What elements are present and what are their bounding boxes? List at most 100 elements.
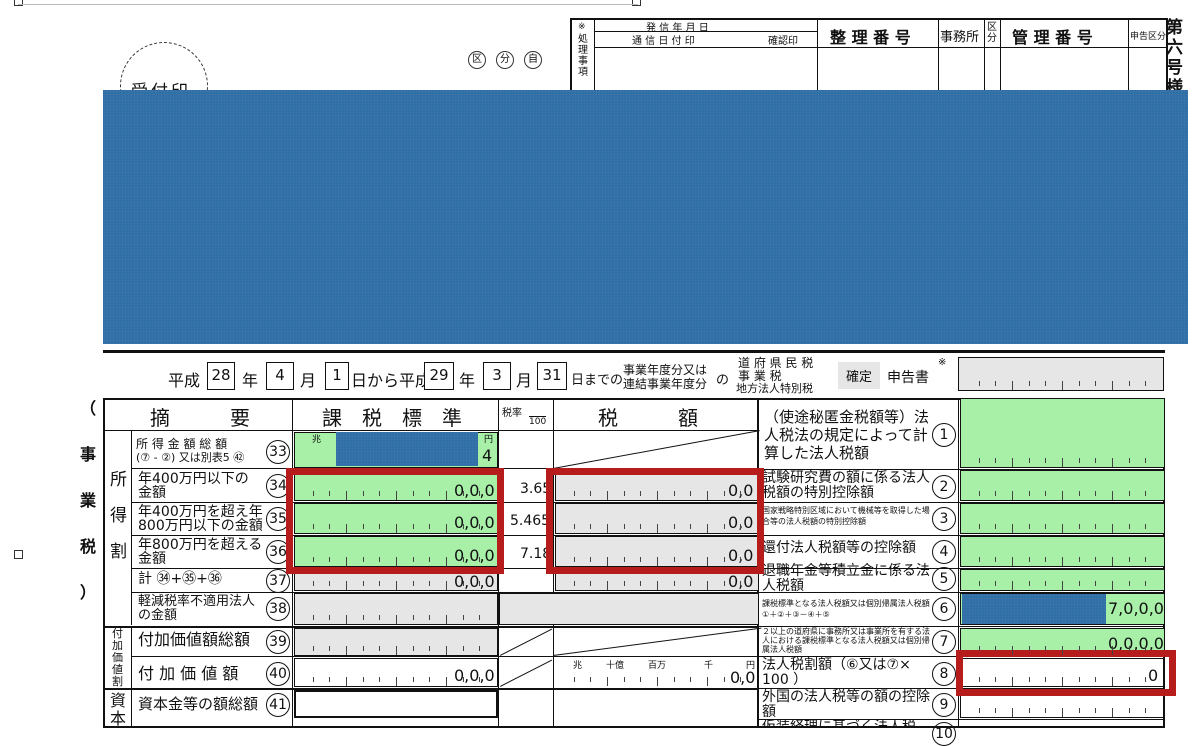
- digit-tick: [673, 557, 675, 562]
- form-char: 六: [1166, 38, 1183, 58]
- digit-tick: [396, 615, 397, 624]
- digit-tick: [1078, 491, 1080, 496]
- digit-tick: [479, 524, 481, 529]
- digit-tick: [1045, 646, 1047, 651]
- digit-tick: [1078, 646, 1080, 651]
- tax-type-3: 地方法人特別税: [736, 382, 813, 395]
- row-label: 国家戦略特別区域において機械等を取得した場合等の法人税額の特別控除額: [762, 506, 930, 526]
- va-side-label: 付加価値割: [112, 627, 123, 688]
- digit-tick: [346, 524, 347, 533]
- base-value: 0,0,0: [454, 666, 495, 685]
- digit-tick: [995, 646, 997, 651]
- digit-tick: [379, 491, 381, 496]
- col-rate-unit: 100: [529, 416, 547, 427]
- digit-tick: [590, 581, 592, 586]
- digit-tick: [978, 491, 980, 496]
- digit-tick: [1112, 524, 1113, 533]
- digit-tick: [1145, 677, 1147, 682]
- row-label: 年800万円を超える: [138, 537, 263, 553]
- digit-tick: [1112, 557, 1113, 566]
- row-label: 法人税割額（⑥又は⑦× 100 ）: [762, 657, 911, 688]
- digit-tick: [623, 581, 625, 586]
- digit-tick: [479, 646, 481, 651]
- va-total-label: 付加価値額総額: [138, 630, 251, 649]
- digit-tick: [312, 677, 314, 682]
- form-char: 号: [1166, 58, 1183, 78]
- digit-tick: [590, 557, 592, 562]
- digit-tick: [1028, 458, 1030, 463]
- income-side-label: 所 得 割: [110, 462, 127, 570]
- digit-tick: [1095, 581, 1097, 586]
- digit-tick: [429, 557, 431, 562]
- digit-tick: [1062, 677, 1063, 686]
- side-char: 業: [80, 491, 97, 510]
- selection-handle[interactable]: [632, 0, 641, 6]
- row-number: 39: [266, 630, 290, 654]
- digit-tick: [740, 524, 742, 529]
- digit-tick: [640, 557, 642, 562]
- selection-handle[interactable]: [14, 0, 23, 6]
- row-label-sub: 金額: [138, 485, 166, 501]
- va-label: 付 加 価 値 額: [138, 664, 239, 683]
- row-label: 年400万円を超え年: [138, 504, 263, 520]
- digit-tick: [312, 615, 314, 620]
- digit-tick: [1028, 677, 1030, 682]
- side-char: （: [80, 399, 97, 418]
- row-number: 1: [932, 423, 956, 447]
- digit-tick: [640, 581, 642, 586]
- digit-tick: [723, 677, 725, 682]
- digit-tick: [1128, 581, 1130, 586]
- digit-tick: [329, 491, 331, 496]
- digit-tick: [1128, 646, 1130, 651]
- digit-tick: [362, 646, 364, 651]
- row-divider: [131, 656, 759, 657]
- digit-tick: [673, 491, 675, 496]
- annotation-box: [546, 468, 764, 574]
- col-base-header: 課 税 標 準: [322, 406, 462, 430]
- digit-tick: [623, 524, 625, 529]
- income-char: 得: [110, 506, 127, 526]
- month-unit: 月: [300, 371, 317, 390]
- digit-tick: [978, 677, 980, 682]
- unit-en: 円: [484, 435, 494, 445]
- digit-tick: [362, 524, 364, 529]
- row-label: 還付法人税額等の控除額: [762, 540, 916, 556]
- month-from: 4: [266, 362, 294, 390]
- row-number: 8: [932, 662, 956, 686]
- row-number: 4: [932, 540, 956, 564]
- digit-tick: [1078, 708, 1080, 713]
- col-summary-header: 摘 要: [150, 406, 250, 430]
- digit-tick: [1112, 458, 1113, 467]
- digit-tick: [1045, 491, 1047, 496]
- digit-tick: [446, 646, 447, 655]
- digit-tick: [362, 677, 364, 682]
- digit-tick: [1028, 491, 1030, 496]
- digit-tick: [1128, 381, 1130, 386]
- tax-value: 0,0: [730, 668, 756, 687]
- capital-side-label: 資本: [110, 691, 127, 728]
- base-value: 0,0,0: [454, 572, 495, 591]
- digit-tick: [1145, 381, 1147, 386]
- digit-tick: [1062, 491, 1063, 500]
- digit-tick: [573, 677, 575, 682]
- digit-tick: [329, 677, 331, 682]
- digit-tick: [1012, 491, 1013, 500]
- selection-handle[interactable]: [14, 550, 23, 559]
- digit-tick: [312, 557, 314, 562]
- digit-tick: [1128, 458, 1130, 463]
- digit-tick: [1045, 708, 1047, 713]
- until-label: 日までの: [571, 373, 624, 388]
- base-cell: [294, 690, 498, 718]
- digit-tick: [346, 581, 347, 590]
- digit-tick: [1145, 646, 1147, 651]
- digit-tick: [723, 491, 725, 496]
- digit-tick: [479, 581, 481, 586]
- digit-tick: [346, 677, 347, 686]
- row-number: 33: [266, 440, 290, 464]
- digit-tick: [1112, 646, 1113, 655]
- digit-tick: [1078, 524, 1080, 529]
- digit-tick: [607, 677, 608, 686]
- digit-tick: [640, 524, 642, 529]
- digit-tick: [723, 557, 725, 562]
- digit-tick: [1078, 458, 1080, 463]
